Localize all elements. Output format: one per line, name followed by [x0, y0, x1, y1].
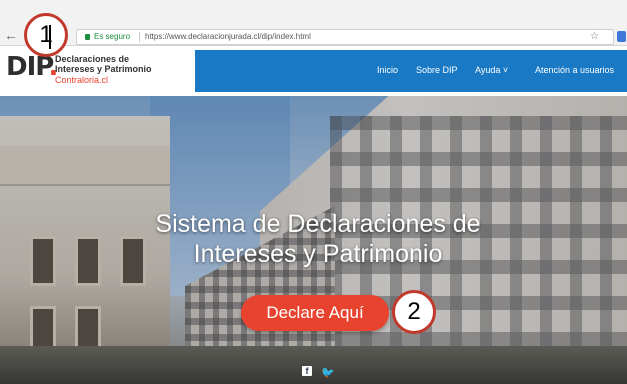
nav-item-ayuda[interactable]: Ayuda ˅: [475, 64, 508, 76]
browser-toolbar: ← Es seguro https://www.declaracionjurad…: [0, 0, 627, 46]
nav-item-inicio[interactable]: Inicio: [377, 64, 398, 76]
hero-title-line-2: Intereses y Patrimonio: [193, 240, 443, 268]
arrow-left-icon[interactable]: ←: [4, 28, 18, 42]
nav-item-atencion[interactable]: Atención a usuarios: [535, 64, 614, 76]
declare-button[interactable]: Declare Aquí: [241, 295, 389, 331]
url-text[interactable]: https://www.declaracionjurada.cl/dip/ind…: [145, 30, 311, 44]
star-icon[interactable]: ☆: [590, 30, 599, 44]
hero-title-line-1: Sistema de Declaraciones de: [155, 210, 481, 238]
secure-label: Es seguro: [94, 32, 131, 41]
logo-subtitle-1: Declaraciones de: [55, 54, 130, 64]
text-cursor: [49, 25, 51, 49]
main-nav: Inicio Sobre DIP Ayuda ˅ Atención a usua…: [195, 50, 627, 92]
logo-subtitle-3: Contraloria.cl: [55, 75, 109, 85]
address-bar[interactable]: Es seguro https://www.declaracionjurada.…: [76, 29, 614, 45]
screen: ← Es seguro https://www.declaracionjurad…: [0, 0, 627, 384]
url-separator: [139, 32, 140, 42]
hero-title: Sistema de Declaraciones de Intereses y …: [88, 209, 548, 269]
twitter-icon[interactable]: 🐦: [321, 366, 335, 379]
hero-banner: Sistema de Declaraciones de Intereses y …: [0, 96, 627, 384]
facebook-icon[interactable]: f: [302, 366, 312, 376]
extension-icon[interactable]: [617, 31, 626, 42]
lock-icon: [85, 34, 90, 40]
callout-2: 2: [392, 290, 436, 334]
site-header: DIP. Declaraciones de Intereses y Patrim…: [0, 46, 627, 96]
callout-1: 1: [24, 13, 68, 57]
logo-subtitle-2: Intereses y Patrimonio: [55, 64, 152, 74]
nav-item-sobre-dip[interactable]: Sobre DIP: [416, 64, 458, 76]
